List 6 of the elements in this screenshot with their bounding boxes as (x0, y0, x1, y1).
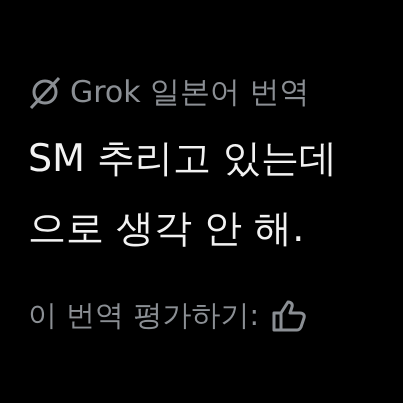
rating-prompt: 이 번역 평가하기: (28, 297, 260, 334)
grok-logo-icon (28, 75, 62, 109)
thumbs-up-icon[interactable] (271, 299, 308, 333)
translated-text-line: SM 추리고 있는데 (28, 136, 338, 180)
translated-text-line: 으로 생각 안 해. (28, 206, 304, 250)
translation-label: Grok 일본어 번역 (70, 74, 310, 112)
